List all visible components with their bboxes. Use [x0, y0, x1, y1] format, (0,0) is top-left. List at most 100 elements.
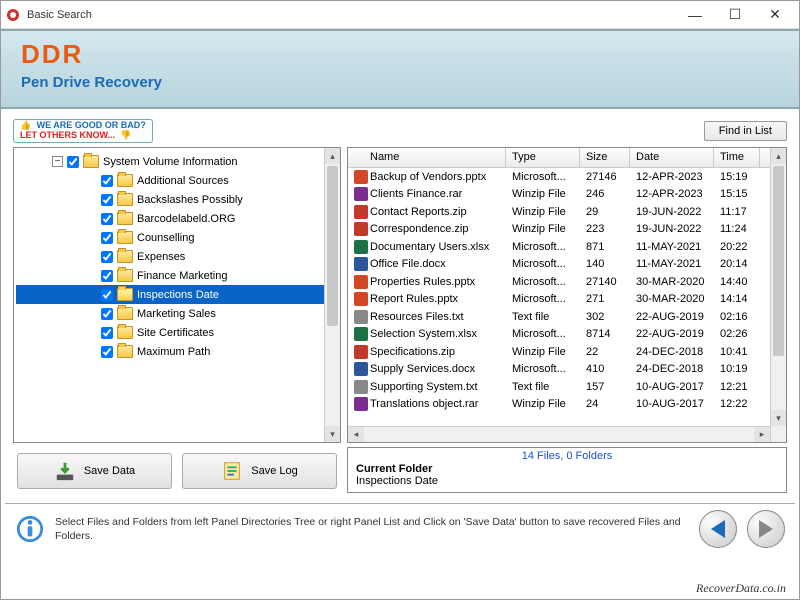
- folder-tree[interactable]: System Volume InformationAdditional Sour…: [13, 147, 341, 443]
- list-row[interactable]: Documentary Users.xlsxMicrosoft...87111-…: [348, 238, 786, 256]
- list-vscrollbar[interactable]: ▴ ▾: [770, 148, 786, 442]
- col-time[interactable]: Time: [714, 148, 760, 167]
- logo-text: DDR: [21, 39, 779, 70]
- folder-icon: [117, 345, 133, 358]
- current-folder-value: Inspections Date: [356, 475, 778, 487]
- scroll-thumb[interactable]: [773, 166, 784, 356]
- list-row[interactable]: Clients Finance.rarWinzip File24612-APR-…: [348, 186, 786, 204]
- file-icon: [354, 275, 368, 289]
- file-icon: [354, 345, 368, 359]
- tree-item[interactable]: Finance Marketing: [16, 266, 338, 285]
- list-row[interactable]: Supporting System.txtText file15710-AUG-…: [348, 378, 786, 396]
- scroll-up-icon[interactable]: ▴: [771, 148, 786, 164]
- save-log-icon: [221, 460, 243, 482]
- list-row[interactable]: Properties Rules.pptxMicrosoft...2714030…: [348, 273, 786, 291]
- tree-item[interactable]: Barcodelabeld.ORG: [16, 209, 338, 228]
- list-row[interactable]: Report Rules.pptxMicrosoft...27130-MAR-2…: [348, 291, 786, 309]
- tree-label: Marketing Sales: [137, 308, 216, 320]
- tree-label: Counselling: [137, 232, 194, 244]
- tree-label: Maximum Path: [137, 346, 210, 358]
- scroll-down-icon[interactable]: ▾: [325, 426, 340, 442]
- file-icon: [354, 310, 368, 324]
- list-row[interactable]: Correspondence.zipWinzip File22319-JUN-2…: [348, 221, 786, 239]
- file-icon: [354, 327, 368, 341]
- col-date[interactable]: Date: [630, 148, 714, 167]
- list-row[interactable]: Selection System.xlsxMicrosoft...871422-…: [348, 326, 786, 344]
- tree-label: Expenses: [137, 251, 185, 263]
- tree-checkbox[interactable]: [67, 156, 79, 168]
- save-data-button[interactable]: Save Data: [17, 453, 172, 489]
- info-icon: [15, 514, 45, 544]
- list-row[interactable]: Contact Reports.zipWinzip File2919-JUN-2…: [348, 203, 786, 221]
- close-button[interactable]: ✕: [755, 1, 795, 29]
- app-icon: [5, 7, 21, 23]
- tree-checkbox[interactable]: [101, 175, 113, 187]
- footer: Select Files and Folders from left Panel…: [5, 503, 795, 554]
- scroll-thumb[interactable]: [327, 166, 338, 326]
- tree-checkbox[interactable]: [101, 308, 113, 320]
- tree-label: Site Certificates: [137, 327, 214, 339]
- tree-item[interactable]: Counselling: [16, 228, 338, 247]
- col-size[interactable]: Size: [580, 148, 630, 167]
- col-name[interactable]: Name: [348, 148, 506, 167]
- titlebar: Basic Search — ☐ ✕: [1, 1, 799, 29]
- watermark: RecoverData.co.in: [696, 581, 786, 596]
- tree-checkbox[interactable]: [101, 194, 113, 206]
- scroll-right-icon[interactable]: ▸: [754, 427, 770, 442]
- tree-root[interactable]: System Volume Information: [16, 152, 338, 171]
- tree-checkbox[interactable]: [101, 270, 113, 282]
- list-row[interactable]: Resources Files.txtText file30222-AUG-20…: [348, 308, 786, 326]
- list-row[interactable]: Office File.docxMicrosoft...14011-MAY-20…: [348, 256, 786, 274]
- tree-checkbox[interactable]: [101, 327, 113, 339]
- folder-icon: [117, 307, 133, 320]
- list-row[interactable]: Supply Services.docxMicrosoft...41024-DE…: [348, 361, 786, 379]
- file-icon: [354, 362, 368, 376]
- tree-item[interactable]: Inspections Date: [16, 285, 338, 304]
- tree-item[interactable]: Site Certificates: [16, 323, 338, 342]
- tree-checkbox[interactable]: [101, 232, 113, 244]
- minimize-button[interactable]: —: [675, 1, 715, 29]
- folder-icon: [117, 269, 133, 282]
- tree-item[interactable]: Backslashes Possibly: [16, 190, 338, 209]
- collapse-icon[interactable]: [52, 156, 63, 167]
- scroll-down-icon[interactable]: ▾: [771, 410, 786, 426]
- folder-icon: [117, 326, 133, 339]
- tree-item[interactable]: Maximum Path: [16, 342, 338, 361]
- folder-icon: [117, 250, 133, 263]
- find-in-list-button[interactable]: Find in List: [704, 121, 787, 141]
- tree-checkbox[interactable]: [101, 289, 113, 301]
- tree-item[interactable]: Expenses: [16, 247, 338, 266]
- tree-checkbox[interactable]: [101, 251, 113, 263]
- banner-subtitle: Pen Drive Recovery: [21, 74, 779, 91]
- file-icon: [354, 257, 368, 271]
- scroll-left-icon[interactable]: ◂: [348, 427, 364, 442]
- maximize-button[interactable]: ☐: [715, 1, 755, 29]
- hint-text: Select Files and Folders from left Panel…: [55, 515, 689, 543]
- list-row[interactable]: Specifications.zipWinzip File2224-DEC-20…: [348, 343, 786, 361]
- file-icon: [354, 170, 368, 184]
- folder-icon: [117, 174, 133, 187]
- folder-icon: [117, 288, 133, 301]
- thumbs-up-icon: 👍: [20, 120, 31, 130]
- file-icon: [354, 397, 368, 411]
- list-row[interactable]: Backup of Vendors.pptxMicrosoft...271461…: [348, 168, 786, 186]
- list-header: Name Type Size Date Time: [348, 148, 786, 168]
- banner: DDR Pen Drive Recovery: [1, 29, 799, 109]
- tree-checkbox[interactable]: [101, 346, 113, 358]
- tree-item[interactable]: Marketing Sales: [16, 304, 338, 323]
- tree-item[interactable]: Additional Sources: [16, 171, 338, 190]
- window-title: Basic Search: [27, 9, 675, 21]
- forward-button[interactable]: [747, 510, 785, 548]
- scroll-up-icon[interactable]: ▴: [325, 148, 340, 164]
- tree-checkbox[interactable]: [101, 213, 113, 225]
- col-type[interactable]: Type: [506, 148, 580, 167]
- file-icon: [354, 222, 368, 236]
- tree-scrollbar[interactable]: ▴ ▾: [324, 148, 340, 442]
- feedback-link[interactable]: 👍 WE ARE GOOD OR BAD? LET OTHERS KNOW...…: [13, 119, 153, 143]
- save-log-button[interactable]: Save Log: [182, 453, 337, 489]
- list-hscrollbar[interactable]: ◂ ▸: [348, 426, 770, 442]
- status-box: 14 Files, 0 Folders Current Folder Inspe…: [347, 447, 787, 493]
- file-list[interactable]: Name Type Size Date Time Backup of Vendo…: [347, 147, 787, 443]
- list-row[interactable]: Translations object.rarWinzip File2410-A…: [348, 396, 786, 414]
- back-button[interactable]: [699, 510, 737, 548]
